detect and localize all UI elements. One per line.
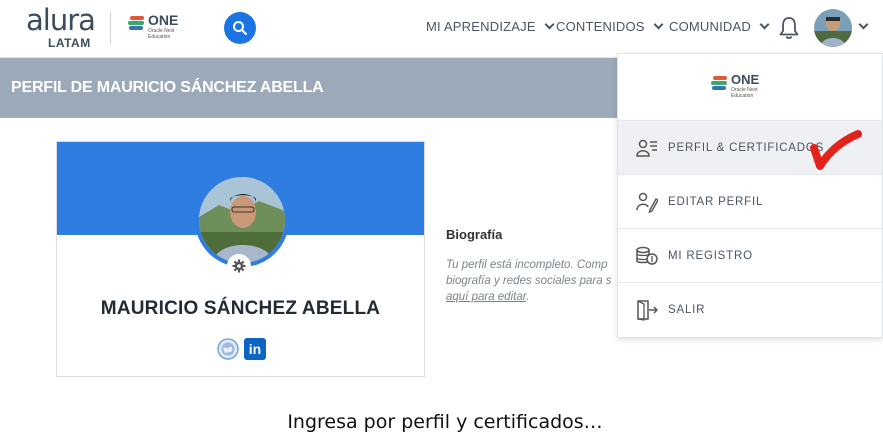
profile-avatar bbox=[195, 173, 289, 267]
page: alura LATAM ONE Oracle Next Education MI… bbox=[0, 0, 883, 441]
user-dropdown-menu: ONE Oracle Next Education PERFIL & CERTI… bbox=[617, 53, 883, 338]
chevron-down-icon bbox=[544, 19, 555, 30]
nav-comunidad[interactable]: COMUNIDAD bbox=[669, 19, 770, 34]
menu-item-label: SALIR bbox=[668, 303, 706, 316]
menu-item-label: MI REGISTRO bbox=[668, 249, 753, 262]
linkedin-link[interactable]: in bbox=[244, 338, 266, 360]
menu-item-label: PERFIL & CERTIFICADOS bbox=[668, 141, 825, 154]
chevron-down-icon[interactable] bbox=[858, 19, 869, 30]
alura-logo[interactable]: alura LATAM bbox=[26, 3, 96, 50]
menu-item-salir[interactable]: SALIR bbox=[618, 282, 882, 336]
one-logo-icon bbox=[711, 76, 727, 92]
one-logo-text: ONE bbox=[731, 72, 760, 87]
search-icon bbox=[233, 21, 248, 36]
bio-line: biografía y redes sociales para s bbox=[446, 275, 612, 287]
one-logo-text: ONE bbox=[148, 12, 179, 28]
logo-divider bbox=[110, 12, 111, 44]
coins-icon bbox=[636, 246, 658, 265]
one-logo: ONE Oracle Next Education bbox=[711, 71, 771, 99]
nav-mi-aprendizaje[interactable]: MI APRENDIZAJE bbox=[426, 19, 555, 34]
chevron-down-icon bbox=[759, 19, 770, 30]
bio-text: Tu perfil está incompleto. Comp biografí… bbox=[446, 257, 621, 305]
bio-tail: . bbox=[526, 291, 530, 303]
menu-item-editar-perfil[interactable]: EDITAR PERFIL bbox=[618, 174, 882, 228]
edit-photo-button[interactable] bbox=[227, 254, 251, 278]
profile-card: MAURICIO SÁNCHEZ ABELLA in bbox=[56, 141, 425, 377]
check-mark-annotation bbox=[810, 130, 862, 170]
gear-icon bbox=[232, 259, 246, 273]
menu-item-mi-registro[interactable]: MI REGISTRO bbox=[618, 228, 882, 282]
bell-icon[interactable] bbox=[778, 16, 800, 40]
edit-bio-link[interactable]: aquí para editar bbox=[446, 291, 526, 303]
user-avatar[interactable] bbox=[814, 9, 852, 47]
logo-sub: LATAM bbox=[48, 36, 91, 50]
profile-photo bbox=[199, 177, 285, 263]
caption: Ingresa por perfil y certificados… bbox=[287, 411, 603, 433]
website-link[interactable] bbox=[217, 338, 239, 360]
nav-label: COMUNIDAD bbox=[669, 19, 751, 34]
menu-item-label: EDITAR PERFIL bbox=[668, 195, 764, 208]
nav-contenidos[interactable]: CONTENIDOS bbox=[556, 19, 664, 34]
one-logo-sub: Oracle Next Education bbox=[148, 28, 175, 40]
nav-label: CONTENIDOS bbox=[556, 19, 645, 34]
logo-word: alura bbox=[26, 3, 96, 37]
search-button[interactable] bbox=[224, 12, 256, 44]
chevron-down-icon bbox=[653, 19, 664, 30]
logout-icon bbox=[637, 300, 658, 321]
avatar-image bbox=[814, 9, 852, 47]
profile-name: MAURICIO SÁNCHEZ ABELLA bbox=[100, 298, 381, 319]
page-title: PERFIL DE MAURICIO SÁNCHEZ ABELLA bbox=[11, 79, 324, 96]
linkedin-icon: in bbox=[248, 341, 262, 357]
one-logo-sub: Oracle Next Education bbox=[731, 87, 758, 99]
top-navigation-bar: alura LATAM ONE Oracle Next Education MI… bbox=[0, 0, 883, 58]
profile-list-icon bbox=[636, 139, 657, 157]
one-logo-icon bbox=[128, 16, 144, 32]
bio-title: Biografía bbox=[446, 227, 503, 242]
one-logo: ONE Oracle Next Education bbox=[128, 12, 198, 42]
nav-label: MI APRENDIZAJE bbox=[426, 19, 536, 34]
bio-line: Tu perfil está incompleto. Comp bbox=[446, 259, 608, 271]
globe-icon bbox=[217, 338, 239, 360]
edit-profile-icon bbox=[636, 192, 658, 213]
bio-line: aquí para editar. bbox=[446, 289, 621, 305]
